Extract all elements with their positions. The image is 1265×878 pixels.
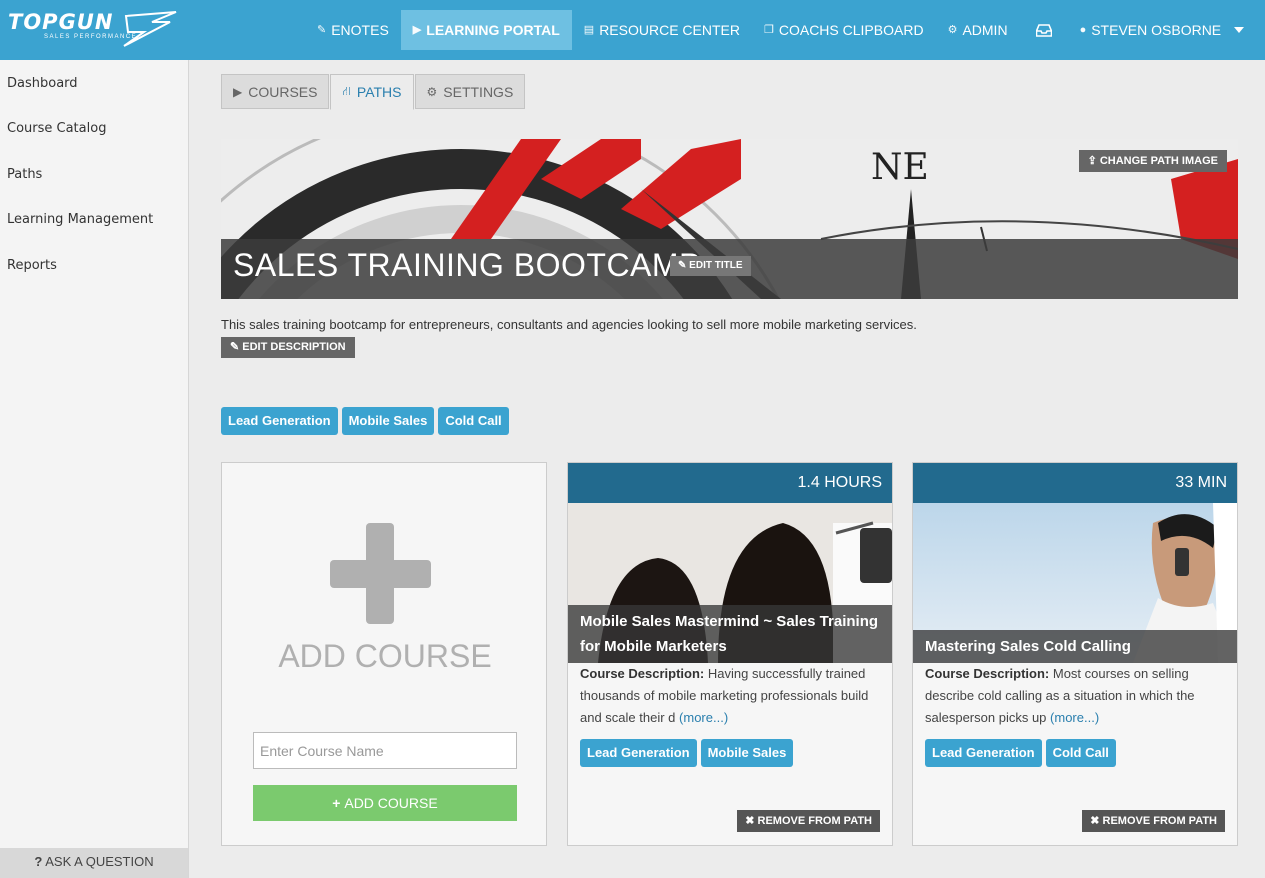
play-circle-icon: ▶ <box>412 24 422 36</box>
top-navbar: TOPGUN SALES PERFORMANCE ✎ ENOTES ▶ LEAR… <box>0 0 1265 60</box>
copy-icon: ❐ <box>763 24 774 36</box>
change-path-image-button[interactable]: ⇪ CHANGE PATH IMAGE <box>1078 150 1227 172</box>
sidebar-item-learning-management[interactable]: Learning Management <box>0 197 188 243</box>
nav-resource-center[interactable]: ▤ RESOURCE CENTER <box>572 10 752 50</box>
edit-description-label: EDIT DESCRIPTION <box>242 341 346 353</box>
nav-enotes-label: ENOTES <box>331 22 389 38</box>
course-name-input[interactable] <box>253 732 517 769</box>
course-tags: Lead Generation Mobile Sales <box>580 739 794 767</box>
pencil-icon: ✎ <box>317 24 327 36</box>
document-icon: ▤ <box>583 24 595 36</box>
nav-coachs-clipboard-label: COACHS CLIPBOARD <box>778 22 924 38</box>
course-card-header: 1.4 HOURS <box>568 463 892 503</box>
tab-bar: ▶ COURSES ⛙ PATHS ⚙ SETTINGS <box>221 74 526 110</box>
course-thumbnail[interactable]: Mobile Sales Mastermind ~ Sales Training… <box>568 503 892 663</box>
nav-inbox[interactable] <box>1020 10 1068 50</box>
sidebar-item-dashboard[interactable]: Dashboard <box>0 61 188 107</box>
course-duration: 33 MIN <box>1175 474 1227 491</box>
nav-learning-portal-label: LEARNING PORTAL <box>426 22 560 38</box>
inbox-icon <box>1035 23 1052 37</box>
tab-courses[interactable]: ▶ COURSES <box>221 74 330 109</box>
remove-from-path-label: REMOVE FROM PATH <box>757 815 872 827</box>
course-title: Mastering Sales Cold Calling <box>913 630 1237 663</box>
tab-paths[interactable]: ⛙ PATHS <box>330 74 414 110</box>
sidebar-item-course-catalog[interactable]: Course Catalog <box>0 106 188 152</box>
plus-small-icon: + <box>332 795 345 811</box>
user-name: STEVEN OSBORNE <box>1091 22 1222 38</box>
close-icon: ✖ <box>1090 815 1103 827</box>
add-course-title: ADD COURSE <box>278 638 492 674</box>
edit-title-button[interactable]: ✎ EDIT TITLE <box>670 256 751 276</box>
description-label: Course Description: <box>925 666 1050 681</box>
more-link[interactable]: (more...) <box>1050 710 1099 725</box>
play-circle-icon: ▶ <box>233 84 243 99</box>
description-label: Course Description: <box>580 666 705 681</box>
plus-icon[interactable] <box>330 523 431 624</box>
course-card-header: 33 MIN <box>913 463 1237 503</box>
sidebar-item-reports[interactable]: Reports <box>0 243 188 289</box>
nav-coachs-clipboard[interactable]: ❐ COACHS CLIPBOARD <box>752 10 936 50</box>
tab-courses-label: COURSES <box>248 83 318 100</box>
road-icon: ⛙ <box>342 84 351 98</box>
change-path-image-label: CHANGE PATH IMAGE <box>1099 155 1218 167</box>
course-card: 1.4 HOURS Mobile Sales Mastermind ~ Sale… <box>567 462 893 846</box>
edit-title-label: EDIT TITLE <box>689 260 743 271</box>
nav-admin[interactable]: ⚙ ADMIN <box>936 10 1020 50</box>
edit-description-button[interactable]: ✎ EDIT DESCRIPTION <box>221 337 355 358</box>
remove-from-path-button[interactable]: ✖ REMOVE FROM PATH <box>1082 810 1225 832</box>
ask-question-button[interactable]: ? ASK A QUESTION <box>0 848 188 878</box>
path-tags: Lead Generation Mobile Sales Cold Call <box>221 407 509 435</box>
sidebar: Dashboard Course Catalog Paths Learning … <box>0 60 189 878</box>
svg-text:NE: NE <box>871 147 929 188</box>
tag-cold-call[interactable]: Cold Call <box>1045 739 1116 767</box>
edit-icon: ✎ <box>678 260 690 271</box>
ask-question-label: ASK A QUESTION <box>45 854 154 869</box>
course-thumbnail[interactable]: Mastering Sales Cold Calling <box>913 503 1237 663</box>
tag-lead-generation[interactable]: Lead Generation <box>925 739 1042 767</box>
course-tags: Lead Generation Cold Call <box>925 739 1116 767</box>
caret-down-icon <box>1234 27 1245 33</box>
tag-lead-generation[interactable]: Lead Generation <box>580 739 697 767</box>
nav-admin-label: ADMIN <box>962 22 1008 38</box>
tab-paths-label: PATHS <box>356 84 402 100</box>
nav-learning-portal[interactable]: ▶ LEARNING PORTAL <box>400 10 572 50</box>
tag-cold-call[interactable]: Cold Call <box>438 407 509 435</box>
course-description: Course Description: Most courses on sell… <box>925 663 1229 729</box>
more-link[interactable]: (more...) <box>679 710 728 725</box>
tag-mobile-sales[interactable]: Mobile Sales <box>700 739 794 767</box>
add-course-button-label: ADD COURSE <box>344 795 438 811</box>
course-duration: 1.4 HOURS <box>797 474 882 491</box>
nav-resource-center-label: RESOURCE CENTER <box>599 22 740 38</box>
user-menu[interactable]: ● STEVEN OSBORNE <box>1068 10 1257 50</box>
add-course-card: ADD COURSE + ADD COURSE <box>221 462 547 846</box>
remove-from-path-button[interactable]: ✖ REMOVE FROM PATH <box>737 810 880 832</box>
sidebar-item-paths[interactable]: Paths <box>0 152 188 198</box>
tag-mobile-sales[interactable]: Mobile Sales <box>341 407 435 435</box>
tag-lead-generation[interactable]: Lead Generation <box>221 407 338 435</box>
course-card: 33 MIN Mastering Sales Cold Calling Cour… <box>912 462 1238 846</box>
path-title: SALES TRAINING BOOTCAMP <box>233 247 701 283</box>
cogs-icon: ⚙ <box>947 24 958 36</box>
main-nav: ✎ ENOTES ▶ LEARNING PORTAL ▤ RESOURCE CE… <box>305 10 1256 50</box>
nav-enotes[interactable]: ✎ ENOTES <box>305 10 401 50</box>
user-icon: ● <box>1079 24 1087 36</box>
tab-settings[interactable]: ⚙ SETTINGS <box>414 74 526 109</box>
logo-text: TOPGUN <box>8 10 114 34</box>
path-banner: NE SALES TRAINING BOOTCAMP ✎ EDIT TITLE … <box>221 139 1238 299</box>
upload-icon: ⇪ <box>1087 155 1100 167</box>
gear-icon: ⚙ <box>426 84 438 99</box>
add-course-button[interactable]: + ADD COURSE <box>253 785 517 821</box>
path-description: This sales training bootcamp for entrepr… <box>221 317 917 332</box>
remove-from-path-label: REMOVE FROM PATH <box>1102 815 1217 827</box>
edit-icon: ✎ <box>230 341 243 353</box>
close-icon: ✖ <box>745 815 758 827</box>
topgun-logo[interactable]: TOPGUN SALES PERFORMANCE <box>8 10 178 50</box>
question-icon: ? <box>34 854 43 869</box>
course-description: Course Description: Having successfully … <box>580 663 884 729</box>
tab-settings-label: SETTINGS <box>443 83 514 100</box>
lightning-icon <box>123 11 177 47</box>
course-title: Mobile Sales Mastermind ~ Sales Training… <box>568 605 892 663</box>
